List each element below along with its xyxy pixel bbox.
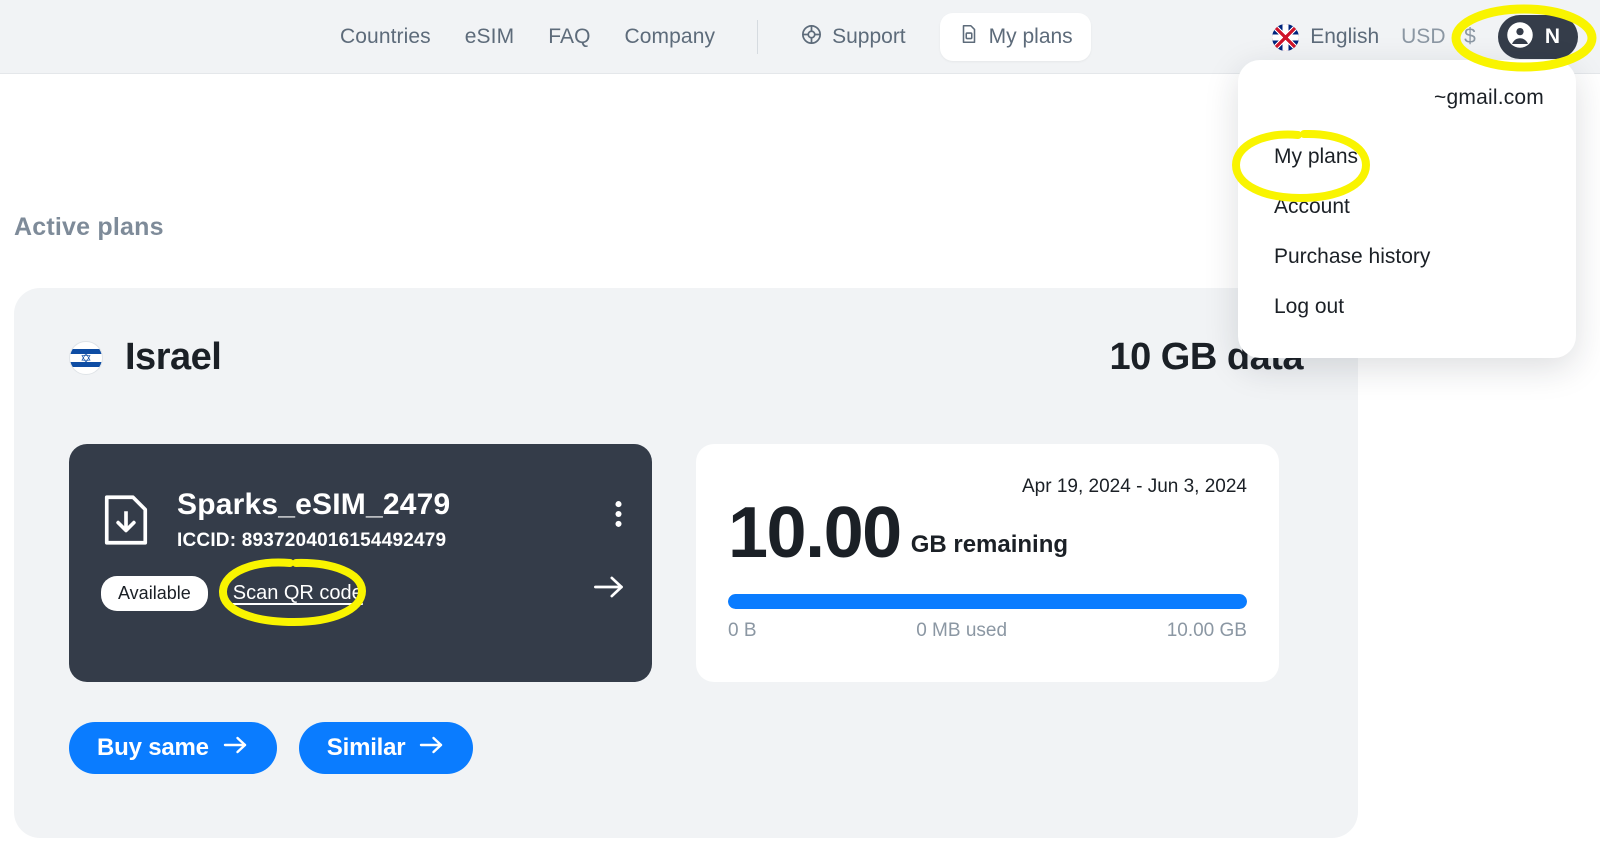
usage-progress-bar <box>728 594 1247 609</box>
currency-selector[interactable]: USD · $ <box>1401 25 1476 49</box>
dropdown-item-my-plans[interactable]: My plans <box>1238 132 1576 182</box>
nav-item-support-label: Support <box>832 25 906 48</box>
plan-actions: Buy same Similar <box>69 722 474 774</box>
esim-iccid: ICCID: 8937204016154492479 <box>177 530 447 551</box>
plan-validity-dates: Apr 19, 2024 - Jun 3, 2024 <box>1022 476 1247 497</box>
nav-item-company[interactable]: Company <box>625 25 716 49</box>
usage-used-label: 0 MB used <box>916 620 1008 641</box>
israel-flag-icon: ✡ <box>69 340 103 375</box>
plan-country-name: Israel <box>125 336 222 378</box>
account-initial: N <box>1544 25 1560 48</box>
primary-navigation: Countries eSIM FAQ Company Support My pl… <box>340 0 1091 74</box>
esim-status-row: Available Scan QR code <box>101 576 363 611</box>
sim-download-icon <box>101 492 151 553</box>
usage-max-label: 10.00 GB <box>1166 620 1247 641</box>
buy-same-label: Buy same <box>97 734 209 761</box>
nav-divider <box>757 20 759 54</box>
esim-detail-card[interactable]: Sparks_eSIM_2479 ICCID: 8937204016154492… <box>69 444 652 682</box>
language-label: English <box>1310 25 1380 48</box>
usage-bar-labels: 0 B 0 MB used 10.00 GB <box>728 620 1247 642</box>
similar-label: Similar <box>326 734 406 761</box>
arrow-right-icon <box>223 734 249 762</box>
nav-item-my-plans[interactable]: My plans <box>939 13 1091 61</box>
scan-qr-code-link[interactable]: Scan QR code <box>233 582 363 605</box>
page-root: Countries eSIM FAQ Company Support My pl… <box>0 0 1600 861</box>
nav-item-support[interactable]: Support <box>800 23 906 52</box>
nav-item-my-plans-label: My plans <box>988 25 1073 48</box>
dropdown-item-account[interactable]: Account <box>1238 182 1576 232</box>
nav-item-faq[interactable]: FAQ <box>548 25 590 49</box>
language-selector[interactable]: English <box>1272 23 1380 51</box>
page-title: Active plans <box>14 213 164 241</box>
remaining-data-value: 10.00 <box>728 493 902 573</box>
esim-options-button[interactable] <box>615 500 622 533</box>
nav-item-countries[interactable]: Countries <box>340 25 431 49</box>
user-avatar-icon <box>1505 20 1535 55</box>
account-dropdown-menu: ~gmail.com My plans Account Purchase his… <box>1238 60 1576 358</box>
active-plan-card: ✡ Israel 10 GB data Sparks_eSIM_2479 ICC… <box>14 288 1358 838</box>
plan-country: ✡ Israel <box>69 336 222 379</box>
esim-name: Sparks_eSIM_2479 <box>177 488 451 521</box>
esim-open-button[interactable] <box>592 574 626 605</box>
remaining-data-unit: GB remaining <box>910 531 1069 559</box>
usage-progress-fill <box>728 594 1247 609</box>
remaining-data-row: 10.00 GB remaining <box>728 493 1069 573</box>
sim-card-icon <box>958 23 980 51</box>
plan-header: ✡ Israel 10 GB data <box>69 336 1303 379</box>
arrow-right-icon <box>592 576 626 604</box>
dropdown-item-purchase-history[interactable]: Purchase history <box>1238 232 1576 282</box>
usage-min-label: 0 B <box>728 620 757 641</box>
account-button[interactable]: N <box>1497 15 1578 59</box>
data-usage-card: Apr 19, 2024 - Jun 3, 2024 10.00 GB rema… <box>696 444 1279 682</box>
status-badge: Available <box>101 576 208 611</box>
arrow-right-icon <box>419 734 445 762</box>
esim-identity: Sparks_eSIM_2479 ICCID: 8937204016154492… <box>101 488 628 553</box>
account-email: ~gmail.com <box>1434 86 1544 109</box>
life-ring-icon <box>800 23 823 52</box>
three-dots-vertical-icon <box>615 501 622 532</box>
nav-item-esim[interactable]: eSIM <box>465 25 514 49</box>
similar-button[interactable]: Similar <box>298 722 474 774</box>
dropdown-item-log-out[interactable]: Log out <box>1238 282 1576 332</box>
uk-flag-icon <box>1272 23 1300 51</box>
buy-same-button[interactable]: Buy same <box>69 722 277 774</box>
